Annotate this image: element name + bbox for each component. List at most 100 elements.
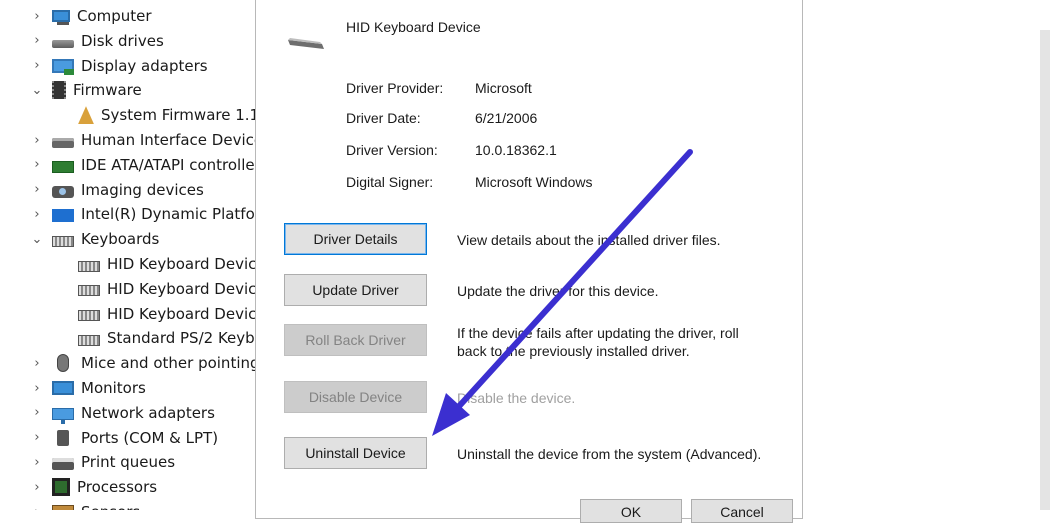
expand-chevron-icon[interactable]: › [30, 178, 44, 202]
tree-item-label: System Firmware 1.13 [101, 106, 260, 125]
tree-item-label: Imaging devices [81, 180, 204, 199]
tree-item-label: Keyboards [81, 230, 160, 249]
tree-item-label: Monitors [81, 379, 146, 397]
tree-item-label: Firmware [73, 81, 142, 100]
tree-item-label: Intel(R) Dynamic Platform [81, 205, 260, 224]
tree-item[interactable]: Print queues [52, 450, 175, 474]
tree-item[interactable]: IDE ATA/ATAPI controllers [52, 153, 260, 177]
ide-controller-icon [52, 160, 74, 173]
tree-item[interactable]: Sensors [52, 500, 140, 510]
tree-item-label: Computer [77, 7, 152, 25]
expand-chevron-icon[interactable]: › [30, 500, 44, 511]
processor-icon [52, 478, 70, 497]
tree-item[interactable]: Firmware [52, 78, 142, 102]
ok-button[interactable]: OK [580, 499, 682, 523]
tree-item[interactable]: Computer [52, 4, 152, 28]
tree-item-label: Processors [77, 478, 158, 497]
tree-item[interactable]: Ports (COM & LPT) [52, 426, 218, 450]
driver-details-button[interactable]: Driver Details [284, 223, 427, 255]
tree-item-label: Sensors [81, 503, 140, 510]
uninstall-device-button[interactable]: Uninstall Device [284, 437, 427, 469]
tree-item[interactable]: Disk drives [52, 29, 164, 53]
update-driver-button[interactable]: Update Driver [284, 274, 427, 306]
expand-chevron-icon[interactable]: › [30, 128, 44, 152]
mouse-icon [57, 354, 69, 373]
expand-chevron-icon[interactable]: › [30, 54, 44, 78]
expand-chevron-icon[interactable]: › [30, 376, 44, 400]
tree-item[interactable]: HID Keyboard Device [78, 277, 260, 301]
monitor-icon [52, 381, 74, 395]
intel-platform-icon [52, 209, 74, 223]
tree-item[interactable]: Display adapters [52, 54, 208, 78]
tree-item-label: Disk drives [81, 31, 164, 50]
window-scrollbar[interactable] [1040, 30, 1050, 510]
disable-device-description: Disable the device. [457, 390, 576, 406]
tree-item-label: Human Interface Devices [81, 131, 260, 149]
hid-icon [52, 138, 74, 148]
tree-item-label: Display adapters [81, 56, 208, 75]
disable-device-button[interactable]: Disable Device [284, 381, 427, 413]
expand-chevron-icon[interactable]: › [30, 475, 44, 499]
expand-chevron-icon[interactable]: › [30, 450, 44, 474]
roll-back-description-line1: If the device fails after updating the d… [457, 325, 739, 341]
expand-chevron-icon[interactable]: › [30, 29, 44, 53]
collapse-chevron-icon[interactable]: ⌄ [30, 227, 44, 251]
tree-item-label: HID Keyboard Device [107, 304, 260, 323]
tree-item[interactable]: Human Interface Devices [52, 128, 260, 152]
firmware-icon [52, 81, 66, 100]
keyboard-device-icon [288, 38, 324, 49]
tree-item[interactable]: System Firmware 1.13 [78, 103, 260, 127]
tree-item[interactable]: Monitors [52, 376, 146, 400]
disk-drive-icon [52, 39, 74, 48]
cancel-button[interactable]: Cancel [691, 499, 793, 523]
tree-item[interactable]: Network adapters [52, 401, 215, 425]
keyboard-icon [78, 260, 100, 272]
device-tree: › Computer › Disk drives › Display adapters ⌄ F… [0, 0, 260, 510]
tree-item[interactable]: Keyboards [52, 227, 159, 251]
keyboard-icon [78, 285, 100, 297]
tree-item-label: HID Keyboard Device [107, 255, 260, 273]
tree-item[interactable]: Intel(R) Dynamic Platform [52, 202, 260, 226]
driver-details-description: View details about the installed driver … [457, 232, 721, 248]
expand-chevron-icon[interactable]: › [30, 426, 44, 450]
tree-item-label: HID Keyboard Device [107, 279, 260, 298]
tree-item[interactable]: Processors [52, 475, 157, 499]
expand-chevron-icon[interactable]: › [30, 4, 44, 28]
computer-icon [52, 10, 70, 25]
update-driver-description: Update the driver for this device. [457, 283, 659, 299]
device-name: HID Keyboard Device [346, 19, 481, 35]
keyboard-icon [52, 235, 74, 247]
roll-back-driver-button[interactable]: Roll Back Driver [284, 324, 427, 356]
driver-date-label: Driver Date: [346, 110, 421, 126]
roll-back-description-line2: back to the previously installed driver. [457, 343, 690, 359]
tree-item[interactable]: HID Keyboard Device [78, 302, 260, 326]
digital-signer-label: Digital Signer: [346, 174, 434, 190]
tree-item-label: Mice and other pointing devices [81, 354, 260, 373]
expand-chevron-icon[interactable]: › [30, 401, 44, 425]
expand-chevron-icon[interactable]: › [30, 202, 44, 226]
keyboard-icon [78, 310, 100, 322]
tree-item[interactable]: Standard PS/2 Keyboard [78, 326, 260, 350]
digital-signer-value: Microsoft Windows [475, 174, 593, 190]
tree-item-label: Ports (COM & LPT) [81, 428, 219, 447]
tree-item[interactable]: Mice and other pointing devices [52, 351, 260, 375]
driver-provider-value: Microsoft [475, 80, 532, 96]
tree-item-label: Network adapters [81, 403, 215, 422]
network-adapter-icon [52, 407, 74, 424]
tree-item-label: Print queues [81, 453, 176, 472]
port-icon [57, 429, 69, 446]
imaging-device-icon [52, 185, 74, 198]
printer-icon [52, 458, 74, 471]
expand-chevron-icon[interactable]: › [30, 351, 44, 375]
driver-date-value: 6/21/2006 [475, 110, 538, 126]
sensor-icon [52, 505, 74, 510]
tree-item[interactable]: HID Keyboard Device [78, 252, 260, 276]
keyboard-icon [78, 334, 100, 346]
display-adapter-icon [52, 58, 74, 75]
uninstall-device-description: Uninstall the device from the system (Ad… [457, 446, 762, 462]
expand-chevron-icon[interactable]: › [30, 153, 44, 177]
driver-version-label: Driver Version: [346, 142, 438, 158]
tree-item[interactable]: Imaging devices [52, 178, 204, 202]
driver-provider-label: Driver Provider: [346, 80, 444, 96]
collapse-chevron-icon[interactable]: ⌄ [30, 78, 44, 102]
